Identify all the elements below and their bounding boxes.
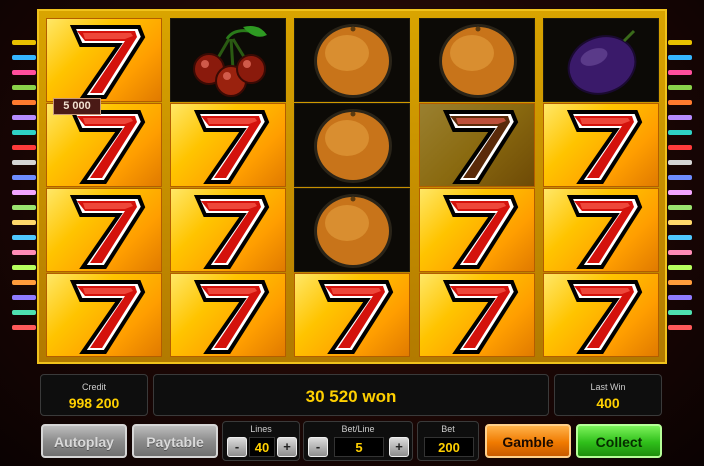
payline-marker [12,70,36,75]
payline-markers-left [12,40,36,330]
reel-cell [419,103,535,187]
payline-marker [668,190,692,195]
payline-marker [12,280,36,285]
reel-cell [46,103,162,187]
credit-box: Credit 998 200 [40,374,148,416]
bet-label: Bet [441,424,455,434]
payline-marker [12,220,36,225]
reel-cell [170,18,286,102]
credit-label: Credit [81,382,106,392]
payline-markers-right [668,40,692,330]
payline-marker [668,160,692,165]
payline-marker [12,295,36,300]
payline-marker [668,175,692,180]
lines-control: Lines - 40 + [222,421,300,461]
reel-cell [294,188,410,272]
payline-marker [668,70,692,75]
reel-4 [419,18,535,357]
reel-cell [170,103,286,187]
credit-value: 998 200 [68,395,120,411]
lines-increase-button[interactable]: + [277,437,297,457]
reel-cell [170,273,286,357]
reel-cell [294,103,410,187]
collect-button[interactable]: Collect [576,424,662,458]
payline-marker [668,295,692,300]
payline-marker [668,280,692,285]
payline-marker [668,325,692,330]
payline-marker [668,205,692,210]
payline-marker [12,250,36,255]
reel-cell [170,188,286,272]
bet-per-line-control: Bet/Line - 5 + [303,421,413,461]
lines-decrease-button[interactable]: - [227,437,247,457]
reel-cell [543,18,659,102]
reel-5 [543,18,659,357]
payline-marker [668,100,692,105]
payline-marker [668,55,692,60]
reel-frame [37,9,667,364]
payline-marker [668,85,692,90]
lines-label: Lines [250,424,272,434]
payline-marker [668,235,692,240]
autoplay-button[interactable]: Autoplay [41,424,127,458]
reel-cell [46,273,162,357]
bet-per-line-label: Bet/Line [341,424,375,434]
reel-cell [543,273,659,357]
reel-cell [294,18,410,102]
bet-per-line-value: 5 [334,437,384,457]
paytable-button[interactable]: Paytable [132,424,218,458]
payline-marker [668,145,692,150]
payline-marker [12,205,36,210]
bet-per-line-increase-button[interactable]: + [389,437,409,457]
payline-marker [12,85,36,90]
payline-marker [12,130,36,135]
win-amount-badge: 5 000 [53,98,101,115]
bet-per-line-decrease-button[interactable]: - [308,437,328,457]
payline-marker [12,55,36,60]
win-message-box: 30 520 won [153,374,549,416]
payline-marker [668,115,692,120]
reel-cell [294,273,410,357]
last-win-value: 400 [596,395,620,411]
bet-control: Bet 200 [417,421,479,461]
reel-cell [46,188,162,272]
reel-3 [294,18,410,357]
payline-marker [12,325,36,330]
win-message: 30 520 won [305,387,397,406]
payline-marker [12,115,36,120]
reel-cell [543,188,659,272]
reel-cell [46,18,162,102]
reel-1 [46,18,162,357]
last-win-label: Last Win [590,382,626,392]
payline-marker [12,265,36,270]
bet-value: 200 [424,437,474,457]
payline-marker [12,100,36,105]
lines-value: 40 [249,437,275,457]
reel-cell [419,273,535,357]
reel-2 [170,18,286,357]
payline-marker [12,235,36,240]
payline-marker [12,310,36,315]
payline-marker [668,250,692,255]
last-win-box: Last Win 400 [554,374,662,416]
payline-marker [668,265,692,270]
reel-cell [419,18,535,102]
payline-marker [12,160,36,165]
reel-cell [543,103,659,187]
payline-marker [12,145,36,150]
gamble-button[interactable]: Gamble [485,424,571,458]
payline-marker [668,40,692,45]
payline-marker [12,190,36,195]
reel-cell [419,188,535,272]
payline-marker [12,40,36,45]
payline-marker [12,175,36,180]
payline-marker [668,130,692,135]
payline-marker [668,220,692,225]
payline-marker [668,310,692,315]
